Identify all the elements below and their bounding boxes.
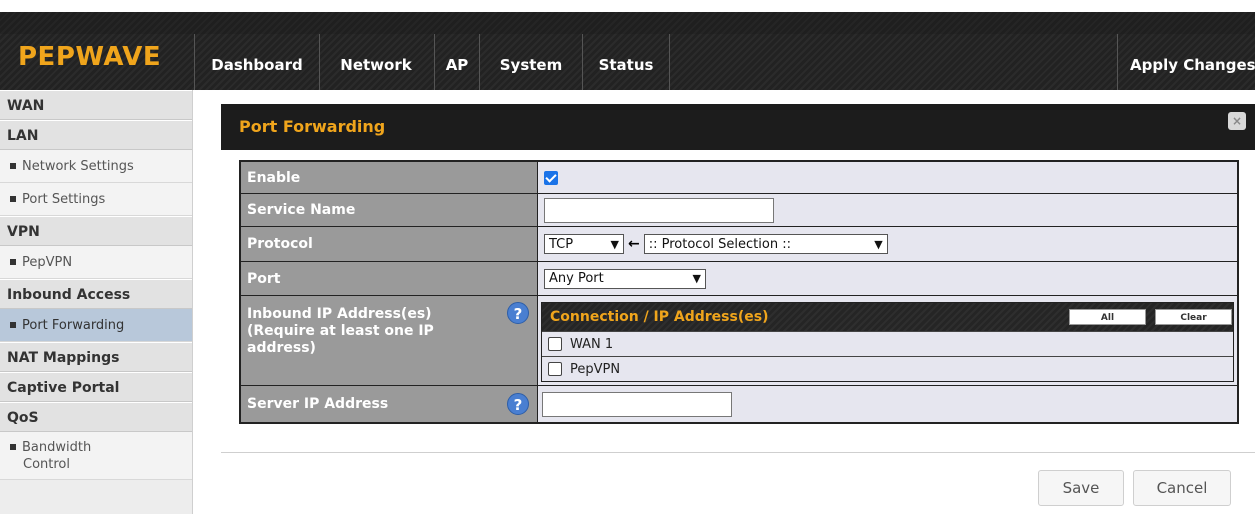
server-ip-label: Server IP Address ? bbox=[241, 386, 538, 422]
connection-row-pepvpn[interactable]: PepVPN bbox=[542, 356, 1233, 381]
select-all-button[interactable]: All bbox=[1069, 309, 1146, 325]
enable-row: Enable bbox=[241, 162, 1237, 194]
inbound-ip-label-text: Inbound IP Address(es) (Require at least… bbox=[247, 306, 434, 356]
save-button[interactable]: Save bbox=[1038, 470, 1124, 506]
protocol-value: TCP bbox=[549, 236, 574, 252]
protocol-row: Protocol TCP ▼ ← :: Protocol Selection ::… bbox=[241, 227, 1237, 262]
main-content: Port Forwarding × Enable Service Name Pr… bbox=[194, 90, 1255, 514]
service-name-row: Service Name bbox=[241, 194, 1237, 227]
connection-label: WAN 1 bbox=[570, 336, 614, 352]
sidebar-item-bandwidth-control[interactable]: Bandwidth Control bbox=[0, 432, 192, 480]
connection-row-wan1[interactable]: WAN 1 bbox=[542, 331, 1233, 356]
chevron-down-icon: ▼ bbox=[610, 237, 619, 251]
top-navbar: PEPWAVE Dashboard Network AP System Stat… bbox=[0, 12, 1255, 97]
sidebar-item-port-settings[interactable]: Port Settings bbox=[0, 183, 192, 216]
protocol-label: Protocol bbox=[241, 227, 538, 261]
sidebar-item-network-settings[interactable]: Network Settings bbox=[0, 150, 192, 183]
connection-table-header: Connection / IP Address(es) All Clear bbox=[542, 303, 1233, 331]
port-label: Port bbox=[241, 262, 538, 295]
cancel-button[interactable]: Cancel bbox=[1133, 470, 1231, 506]
inbound-ip-label: Inbound IP Address(es) (Require at least… bbox=[241, 296, 538, 385]
bullet-icon bbox=[10, 195, 16, 202]
sidebar-item-qos[interactable]: QoS bbox=[0, 402, 192, 432]
sidebar-item-port-forwarding[interactable]: Port Forwarding bbox=[0, 309, 192, 342]
sidebar-item-label: Network Settings bbox=[22, 159, 134, 174]
connection-table: Connection / IP Address(es) All Clear WA… bbox=[541, 302, 1234, 382]
panel-title: Port Forwarding bbox=[221, 104, 1255, 150]
bullet-icon bbox=[10, 162, 16, 169]
help-icon[interactable]: ? bbox=[507, 302, 529, 324]
nav-tab-dashboard[interactable]: Dashboard bbox=[195, 34, 319, 97]
nav-separator bbox=[669, 34, 670, 97]
server-ip-input[interactable] bbox=[542, 391, 732, 417]
top-strip bbox=[0, 0, 1255, 12]
chevron-down-icon: ▼ bbox=[692, 272, 701, 285]
connection-label: PepVPN bbox=[570, 361, 621, 377]
sidebar-item-lan[interactable]: LAN bbox=[0, 120, 192, 150]
protocol-selection-select[interactable]: :: Protocol Selection :: ▼ bbox=[643, 234, 888, 254]
nav-tab-status[interactable]: Status bbox=[583, 34, 669, 97]
sidebar-item-nat-mappings[interactable]: NAT Mappings bbox=[0, 342, 192, 372]
nav-tab-ap[interactable]: AP bbox=[435, 34, 479, 97]
service-name-label: Service Name bbox=[241, 194, 538, 226]
arrow-left-icon: ← bbox=[628, 236, 640, 252]
server-ip-row: Server IP Address ? bbox=[241, 386, 1237, 422]
protocol-select[interactable]: TCP ▼ bbox=[544, 234, 624, 254]
help-icon[interactable]: ? bbox=[507, 393, 529, 415]
pepvpn-checkbox[interactable] bbox=[548, 362, 562, 376]
nav-tab-network[interactable]: Network bbox=[327, 34, 425, 97]
sidebar-item-captive-portal[interactable]: Captive Portal bbox=[0, 372, 192, 402]
sidebar-item-vpn[interactable]: VPN bbox=[0, 216, 192, 246]
close-icon[interactable]: × bbox=[1228, 112, 1246, 130]
sidebar-item-label: Bandwidth bbox=[22, 440, 92, 455]
divider bbox=[221, 452, 1255, 453]
nav-separator bbox=[1117, 34, 1118, 97]
sidebar-item-label: PepVPN bbox=[22, 255, 73, 270]
connection-header-label: Connection / IP Address(es) bbox=[550, 309, 769, 325]
port-forwarding-form: Enable Service Name Protocol TCP ▼ ← :: P… bbox=[239, 160, 1239, 424]
sidebar-item-label: Control bbox=[23, 457, 70, 472]
sidebar-item-inbound-access[interactable]: Inbound Access bbox=[0, 279, 192, 309]
sidebar-item-label: Port Forwarding bbox=[22, 318, 125, 333]
clear-button[interactable]: Clear bbox=[1155, 309, 1232, 325]
navbar-band bbox=[0, 12, 1255, 34]
enable-checkbox[interactable] bbox=[544, 170, 558, 185]
server-ip-label-text: Server IP Address bbox=[247, 396, 389, 412]
sidebar-item-label: Port Settings bbox=[22, 192, 106, 207]
sidebar-item-pepvpn[interactable]: PepVPN bbox=[0, 246, 192, 279]
port-select[interactable]: Any Port ▼ bbox=[544, 268, 706, 289]
service-name-input[interactable] bbox=[544, 197, 774, 223]
sidebar-item-wan[interactable]: WAN bbox=[0, 90, 192, 120]
bullet-icon bbox=[10, 321, 16, 328]
inbound-ip-row: Inbound IP Address(es) (Require at least… bbox=[241, 296, 1237, 386]
pepwave-logo: PEPWAVE bbox=[18, 42, 162, 72]
wan1-checkbox[interactable] bbox=[548, 337, 562, 351]
nav-separator bbox=[319, 34, 320, 97]
enable-label: Enable bbox=[241, 162, 538, 193]
port-value: Any Port bbox=[549, 271, 604, 286]
sidebar: WAN LAN Network Settings Port Settings V… bbox=[0, 90, 193, 514]
port-row: Port Any Port ▼ bbox=[241, 262, 1237, 296]
chevron-down-icon: ▼ bbox=[874, 237, 883, 251]
apply-changes-button[interactable]: Apply Changes bbox=[1130, 34, 1255, 97]
bullet-icon bbox=[10, 258, 16, 265]
nav-tab-system[interactable]: System bbox=[480, 34, 582, 97]
bullet-icon bbox=[10, 443, 16, 450]
protocol-selection-value: :: Protocol Selection :: bbox=[648, 236, 791, 252]
